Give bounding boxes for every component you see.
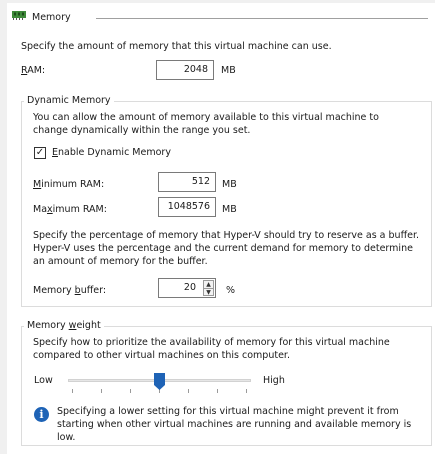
memory-weight-info-text: Specifying a lower setting for this virt… [57,406,412,443]
ram-label: RAM: [21,65,46,76]
maximum-ram-unit: MB [222,204,237,215]
ram-unit: MB [221,65,236,76]
memory-chip-icon [12,10,26,23]
spin-up-icon[interactable]: ▲ [204,281,213,289]
memory-buffer-label: Memory buffer: [33,285,107,296]
slider-tick [217,389,218,393]
memory-weight-title: Memory weight [24,320,104,331]
maximum-ram-input[interactable]: 1048576 [158,197,216,217]
slider-low-label: Low [34,375,53,386]
section-title: Memory [32,12,71,23]
header-divider [96,18,428,19]
info-icon: i [34,407,49,422]
minimum-ram-label: Minimum RAM: [33,179,105,190]
spin-down-icon[interactable]: ▼ [204,289,213,296]
slider-tick [188,389,189,393]
memory-buffer-spinner[interactable]: ▲ ▼ [203,280,214,296]
enable-dynamic-memory-checkbox[interactable]: ✓ [34,147,46,159]
minimum-ram-input[interactable]: 512 [158,172,216,192]
slider-tick [101,389,102,393]
memory-buffer-unit: % [226,285,236,296]
intro-text: Specify the amount of memory that this v… [21,41,332,52]
maximum-ram-label: Maximum RAM: [33,204,107,215]
minimum-ram-unit: MB [222,179,237,190]
dynamic-memory-description: You can allow the amount of memory avail… [33,112,379,136]
buffer-description: Specify the percentage of memory that Hy… [33,230,420,267]
enable-dynamic-memory-label[interactable]: Enable Dynamic Memory [52,147,171,158]
slider-tick [130,389,131,393]
memory-weight-description: Specify how to prioritize the availabili… [33,337,390,361]
slider-tick [246,389,247,393]
slider-tick [72,389,73,393]
memory-weight-slider-thumb[interactable] [153,373,165,393]
settings-window: Memory Specify the amount of memory that… [0,0,435,454]
ram-input[interactable]: 2048 [156,60,214,80]
slider-high-label: High [263,375,285,386]
dynamic-memory-title: Dynamic Memory [24,95,114,106]
